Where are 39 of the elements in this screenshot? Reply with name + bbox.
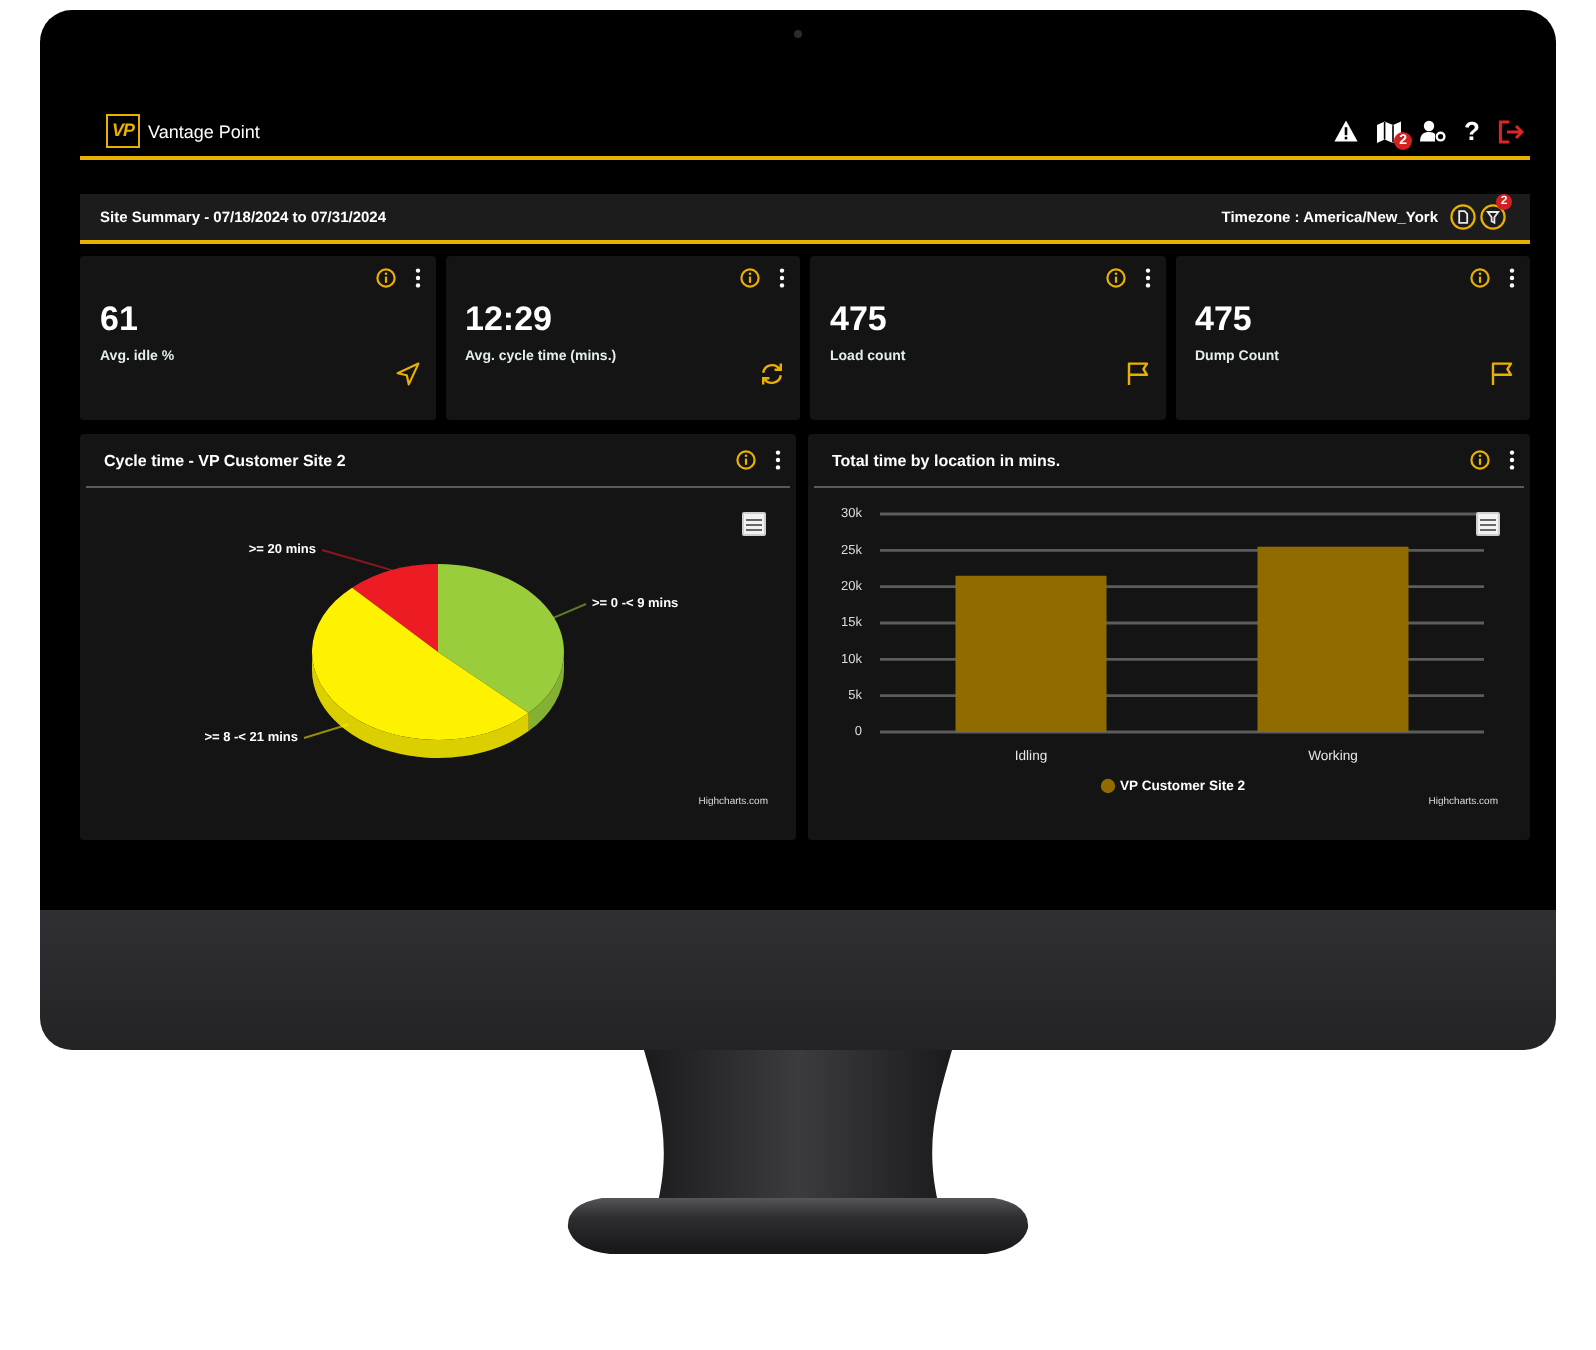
chart-menu-button[interactable]: [742, 512, 766, 536]
leader-line: [553, 603, 587, 619]
kpi-value: 12:29: [465, 300, 552, 340]
map-icon[interactable]: [1376, 119, 1403, 143]
info-icon[interactable]: [1470, 268, 1490, 288]
brand-name: Vantage Point: [148, 119, 260, 143]
filter-icon[interactable]: [1480, 204, 1506, 230]
kpi-value: 61: [100, 300, 138, 340]
flag-icon: [1125, 362, 1149, 386]
kebab-menu-icon[interactable]: [1143, 268, 1151, 288]
refresh-icon: [760, 362, 784, 386]
info-icon[interactable]: [736, 450, 756, 470]
chart-title: Total time by location in mins.: [832, 451, 1061, 469]
camera-icon: [793, 30, 801, 38]
leader-line: [303, 723, 350, 739]
kpi-value: 475: [830, 300, 887, 340]
kebab-menu-icon[interactable]: [1508, 268, 1516, 288]
flag-icon: [1490, 362, 1514, 386]
info-icon[interactable]: [375, 268, 395, 288]
kpi-value: 475: [1195, 300, 1252, 340]
user-settings-icon[interactable]: [1420, 120, 1447, 142]
info-icon[interactable]: [740, 268, 760, 288]
kebab-menu-icon[interactable]: [413, 268, 421, 288]
menu-icon: [746, 517, 762, 531]
info-icon[interactable]: [1105, 268, 1125, 288]
kebab-menu-icon[interactable]: [778, 268, 786, 288]
document-icon[interactable]: [1450, 204, 1476, 230]
chart-title: Cycle time - VP Customer Site 2: [104, 451, 346, 469]
kebab-menu-icon[interactable]: [774, 450, 782, 470]
logout-icon[interactable]: [1498, 119, 1524, 143]
logo-mark: VP: [106, 114, 140, 148]
help-button[interactable]: ?: [1464, 117, 1480, 145]
navigation-arrow-icon: [395, 362, 419, 386]
leader-line: [321, 549, 393, 572]
info-icon[interactable]: [1470, 450, 1490, 470]
menu-icon: [1480, 517, 1496, 531]
kebab-menu-icon[interactable]: [1508, 450, 1516, 470]
warning-icon[interactable]: [1334, 120, 1359, 142]
chart-menu-button[interactable]: [1476, 512, 1500, 536]
